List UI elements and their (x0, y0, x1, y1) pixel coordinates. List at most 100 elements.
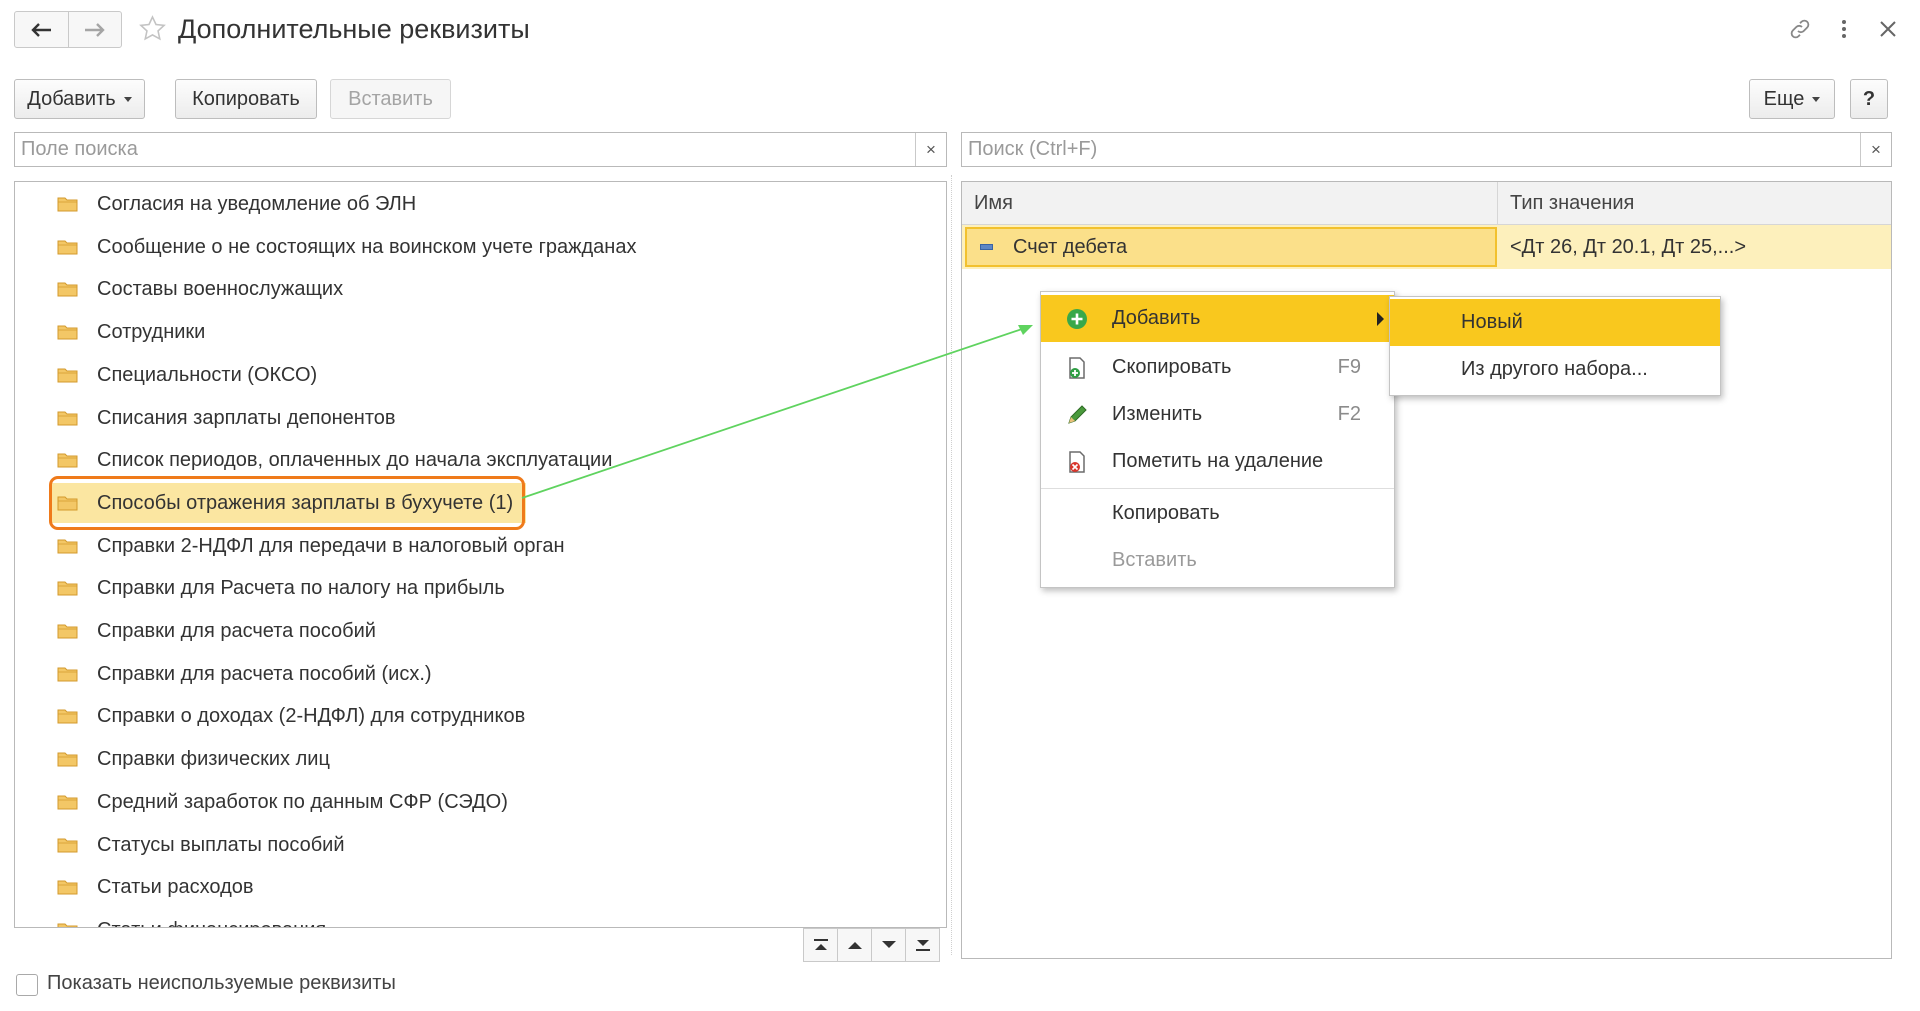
tree-item-label: Сотрудники (97, 321, 206, 344)
delete-mark-icon (1069, 451, 1085, 473)
copy-button-label: Копировать (192, 87, 300, 110)
more-button-label: Еще (1763, 87, 1805, 110)
tree-item[interactable]: Специальности (ОКСО) (15, 355, 946, 395)
tree-item[interactable]: Согласия на уведомление об ЭЛН (15, 184, 946, 224)
tree-item[interactable]: Справки для расчета пособий (15, 611, 946, 651)
right-search-clear-button[interactable]: × (1860, 133, 1891, 166)
scroll-top-icon (813, 939, 828, 950)
table-header: Имя Тип значения (962, 182, 1891, 225)
left-search-clear-button[interactable]: × (915, 133, 946, 166)
submenu-item-new[interactable]: Новый (1390, 299, 1720, 346)
tree-item[interactable]: Справки 2-НДФЛ для передачи в налоговый … (15, 526, 946, 566)
scroll-bottom-button[interactable] (905, 928, 940, 962)
arrow-up-icon (847, 942, 862, 949)
arrow-right-icon (84, 22, 105, 37)
folder-icon (57, 923, 78, 927)
copy-doc-icon (1069, 357, 1085, 379)
add-submenu: Новый Из другого набора... (1389, 296, 1721, 396)
submenu-arrow-icon (1377, 312, 1384, 326)
tree-item[interactable]: Списания зарплаты депонентов (15, 398, 946, 438)
panel-splitter[interactable] (951, 175, 952, 955)
submenu-item-label: Новый (1461, 311, 1523, 333)
tree-item[interactable]: Средний заработок по данным СФР (СЭДО) (15, 782, 946, 822)
menu-divider (1041, 488, 1394, 489)
link-icon[interactable] (1787, 16, 1813, 42)
copy-button[interactable]: Копировать (175, 79, 317, 119)
menu-item-label: Вставить (1112, 549, 1197, 571)
forward-button[interactable] (67, 12, 122, 47)
tree-item-label: Составы военнослужащих (97, 278, 344, 301)
tree-item[interactable]: Справки для расчета пособий (исх.) (15, 654, 946, 694)
column-header-type[interactable]: Тип значения (1510, 182, 1634, 225)
menu-item-mark-delete[interactable]: Пометить на удаление (1041, 438, 1394, 485)
tree-item-label: Согласия на уведомление об ЭЛН (97, 193, 417, 215)
tree-item-label: Справки для расчета пособий (исх.) (97, 662, 432, 685)
chevron-down-icon (123, 96, 132, 102)
folder-icon (57, 411, 78, 425)
menu-item-label: Пометить на удаление (1112, 450, 1324, 472)
tree-item-label: Сообщение о не состоящих на воинском уче… (97, 235, 637, 258)
clear-icon: × (1871, 139, 1881, 159)
show-unused-checkbox[interactable] (16, 974, 38, 996)
tree-item-label: Список периодов, оплаченных до начала эк… (97, 449, 613, 472)
arrow-down-icon (881, 941, 896, 948)
attribute-icon (980, 244, 993, 250)
tree-item[interactable]: Справки о доходах (2-НДФЛ) для сотрудник… (15, 696, 946, 736)
column-header-name[interactable]: Имя (974, 182, 1013, 225)
tree-item[interactable]: Сообщение о не состоящих на воинском уче… (15, 227, 946, 267)
help-button[interactable]: ? (1850, 79, 1888, 119)
more-vertical-icon[interactable] (1831, 16, 1857, 42)
table-row[interactable]: Счет дебета <Дт 26, Дт 20.1, Дт 25,...> (962, 225, 1891, 269)
scroll-up-button[interactable] (837, 928, 872, 962)
page-title: Дополнительные реквизиты (178, 14, 530, 44)
menu-item-label: Скопировать (1112, 356, 1232, 378)
close-icon[interactable] (1875, 16, 1901, 42)
tree-item-label: Справки для Расчета по налогу на прибыль (97, 577, 505, 600)
tree-item[interactable]: Справки для Расчета по налогу на прибыль (15, 568, 946, 608)
menu-item-shortcut: F9 (1337, 356, 1361, 378)
metadata-tree: Согласия на уведомление об ЭЛН Сообщение … (14, 181, 947, 928)
left-search: × (14, 132, 947, 167)
add-button[interactable]: Добавить (14, 79, 145, 119)
back-button[interactable] (15, 12, 68, 47)
right-search-input[interactable] (962, 133, 1858, 166)
menu-item-add[interactable]: Добавить (1041, 295, 1394, 342)
tree-item[interactable]: Сотрудники (15, 312, 946, 352)
menu-item-paste[interactable]: Вставить (1041, 537, 1394, 584)
left-search-input[interactable] (15, 133, 913, 166)
folder-icon (57, 581, 78, 596)
folder-icon (57, 709, 78, 724)
favorite-star-icon[interactable] (138, 14, 167, 43)
tree-item[interactable]: Составы военнослужащих (15, 269, 946, 309)
tree-item-label: Справки о доходах (2-НДФЛ) для сотрудник… (97, 705, 526, 728)
pencil-icon (1068, 405, 1087, 424)
submenu-item-from-other-set[interactable]: Из другого набора... (1390, 346, 1720, 393)
tree-item[interactable]: Статьи финансирования (15, 910, 946, 927)
add-button-label: Добавить (27, 87, 116, 110)
scroll-down-button[interactable] (871, 928, 906, 962)
tree-item[interactable]: Статусы выплаты пособий (15, 825, 946, 865)
menu-item-duplicate[interactable]: Скопировать F9 (1041, 344, 1394, 391)
tree-item[interactable]: Статьи расходов (15, 867, 946, 907)
paste-button[interactable]: Вставить (330, 79, 451, 119)
menu-item-edit[interactable]: Изменить F2 (1041, 391, 1394, 438)
menu-item-copy[interactable]: Копировать (1041, 490, 1394, 537)
row-name: Счет дебета (1013, 236, 1128, 258)
folder-icon (57, 368, 78, 383)
arrow-left-icon (31, 22, 52, 37)
folder-icon (57, 282, 78, 297)
tree-item-label: Специальности (ОКСО) (97, 363, 318, 386)
folder-icon (57, 838, 78, 852)
folder-icon (57, 880, 78, 895)
folder-icon (57, 325, 78, 340)
more-button[interactable]: Еще (1749, 79, 1835, 119)
tree-item-label: Статьи расходов (97, 876, 254, 899)
table-cell-name[interactable]: Счет дебета (965, 227, 1497, 267)
tree-item[interactable]: Список периодов, оплаченных до начала эк… (15, 440, 946, 480)
scroll-top-button[interactable] (803, 928, 838, 962)
folder-icon (57, 240, 78, 255)
folder-icon (57, 624, 78, 639)
tree-item-label: Справки физических лиц (97, 748, 330, 771)
tree-item-label: Справки 2-НДФЛ для передачи в налоговый … (97, 534, 565, 557)
tree-item[interactable]: Справки физических лиц (15, 739, 946, 779)
